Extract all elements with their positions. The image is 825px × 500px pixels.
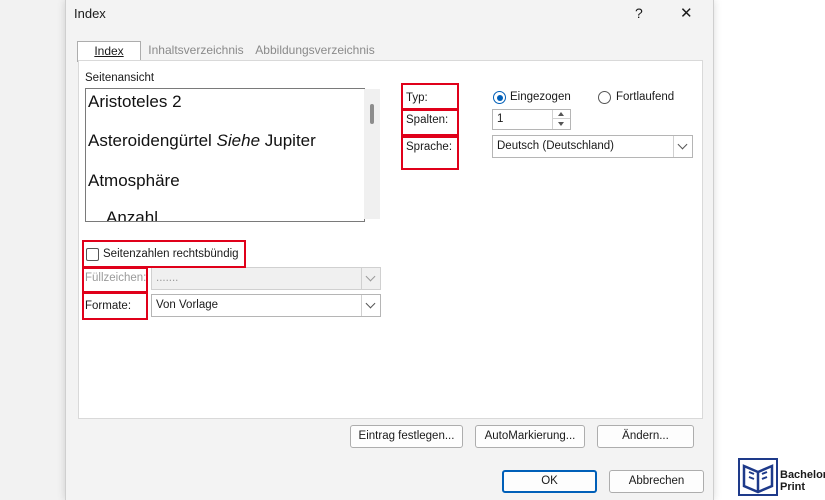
fuellzeichen-dropdown-button[interactable] [361,268,380,289]
preview-label: Seitenansicht [85,72,155,84]
background-right [712,0,825,500]
highlight-fuellzeichen [82,267,148,293]
radio-fortlaufend-label[interactable]: Fortlaufend [616,91,674,103]
brand-sub: Print [780,481,806,493]
formate-select[interactable]: Von Vorlage [151,294,381,317]
tab-inhaltsverzeichnis[interactable]: Inhaltsverzeichnis [146,41,246,61]
automarkierung-button[interactable]: AutoMarkierung... [475,425,585,448]
preview-line: Atmosphäre [88,171,180,190]
chevron-down-icon [677,139,688,150]
abbrechen-button[interactable]: Abbrechen [609,470,704,493]
tab-index-label: Index [94,44,124,58]
background-left [0,0,65,500]
brand-name: Bachelor [780,469,825,481]
preview-entry: Asteroidengürtel [88,131,212,150]
chevron-down-icon [365,298,376,309]
radio-eingezogen-label[interactable]: Eingezogen [510,91,571,103]
spalten-spinner[interactable]: 1 [492,109,571,130]
spinner-buttons [552,110,570,129]
preview-see: Siehe [216,131,261,150]
logo-book-icon [742,464,774,494]
preview-line: Anzahl [106,208,158,222]
fuellzeichen-value: ....... [156,272,179,284]
highlight-sprache [401,136,459,170]
highlight-spalten [401,109,459,136]
highlight-typ [401,83,459,110]
radio-fortlaufend[interactable] [598,91,611,104]
tab-abbildungsverzeichnis[interactable]: Abbildungsverzeichnis [252,41,378,61]
formate-value: Von Vorlage [156,299,219,311]
bachelorprint-logo [738,458,778,496]
preview-line: Asteroidengürtel Siehe Jupiter [88,131,316,151]
caret-up-icon [558,112,564,116]
aendern-button[interactable]: Ändern... [597,425,694,448]
preview-line: Aristoteles 2 [88,92,182,111]
tab-index[interactable]: Index [77,41,141,62]
spinner-down-button[interactable] [553,120,570,129]
eintrag-festlegen-button[interactable]: Eintrag festlegen... [350,425,463,448]
spinner-up-button[interactable] [553,110,570,119]
radio-eingezogen[interactable] [493,91,506,104]
caret-down-icon [558,122,564,126]
sprache-select[interactable]: Deutsch (Deutschland) [492,135,693,158]
close-button[interactable]: ✕ [680,4,693,22]
preview-box: Aristoteles 2 Asteroidengürtel Siehe Jup… [85,88,365,222]
highlight-formate [82,292,148,320]
chevron-down-icon [365,271,376,282]
fuellzeichen-select[interactable]: ....... [151,267,381,290]
sprache-value: Deutsch (Deutschland) [497,140,614,152]
preview-scroll-thumb[interactable] [370,104,374,124]
spalten-value: 1 [497,113,504,125]
ok-button[interactable]: OK [502,470,597,493]
formate-dropdown-button[interactable] [361,295,380,316]
help-button[interactable]: ? [635,5,643,21]
sprache-dropdown-button[interactable] [673,136,692,157]
dialog-title: Index [74,6,106,21]
highlight-seitenzahlen [82,240,246,268]
preview-ref: Jupiter [264,131,316,150]
